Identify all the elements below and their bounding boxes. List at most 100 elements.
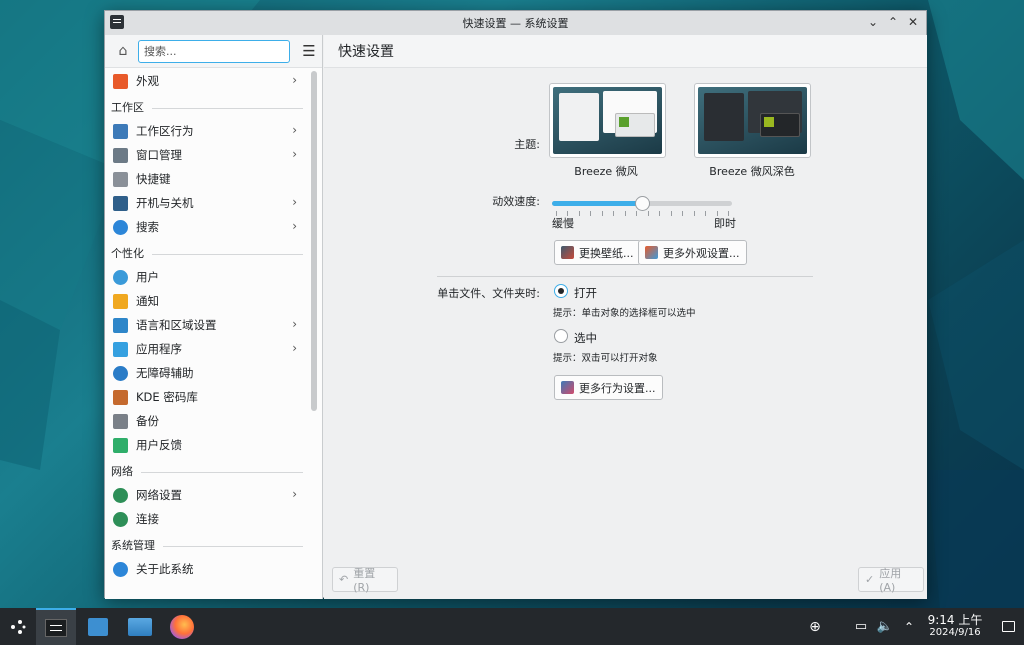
select-radio[interactable] bbox=[554, 329, 568, 343]
workspace-icon bbox=[113, 123, 128, 139]
select-option-label[interactable]: 选中 bbox=[574, 330, 597, 346]
more-appearance-button[interactable]: 更多外观设置... bbox=[638, 240, 747, 265]
sidebar-item-label: 应用程序 bbox=[136, 342, 182, 356]
taskbar-discover[interactable] bbox=[80, 608, 116, 645]
wallet-icon bbox=[113, 389, 128, 405]
sidebar-item[interactable]: 外观 › bbox=[105, 69, 309, 93]
slider-tick bbox=[601, 211, 603, 216]
sidebar-item[interactable]: KDE 密码库 bbox=[105, 385, 309, 409]
search-icon bbox=[113, 219, 128, 235]
reset-button[interactable]: ↶ 重置(R) bbox=[332, 567, 398, 594]
section-divider bbox=[437, 276, 813, 277]
sidebar-item[interactable]: 用户反馈 bbox=[105, 433, 309, 457]
language-icon bbox=[113, 317, 128, 333]
accessibility-icon bbox=[113, 365, 128, 381]
slow-label: 缓慢 bbox=[552, 217, 574, 230]
theme-breeze-label: Breeze 微风 bbox=[574, 165, 638, 178]
clock-date: 2024/9/16 bbox=[929, 627, 981, 638]
chevron-right-icon: › bbox=[292, 341, 297, 355]
close-icon[interactable]: ✕ bbox=[906, 15, 920, 29]
sidebar-item-label: 关于此系统 bbox=[136, 562, 194, 576]
sidebar-item[interactable]: 搜索 › bbox=[105, 215, 309, 239]
tray-expand-icon[interactable]: ⌃ bbox=[898, 608, 920, 645]
sidebar-item[interactable]: 应用程序 › bbox=[105, 337, 309, 361]
sidebar-item[interactable]: 连接 bbox=[105, 507, 309, 531]
maximize-icon[interactable]: ⌃ bbox=[886, 15, 900, 29]
network-icon[interactable]: ▭ bbox=[850, 608, 872, 645]
home-icon[interactable]: ⌂ bbox=[113, 41, 133, 61]
sidebar-item-label: 通知 bbox=[136, 294, 159, 308]
updates-icon[interactable]: ⊕ bbox=[804, 608, 826, 645]
main-panel: 快速设置 主题: Breeze 微风 Breeze 微风深色 动效速度: 缓慢 … bbox=[324, 35, 927, 599]
sidebar-item-label: 无障碍辅助 bbox=[136, 366, 194, 380]
application-launcher-icon[interactable] bbox=[4, 608, 32, 645]
chevron-right-icon: › bbox=[292, 195, 297, 209]
sidebar-item[interactable]: 备份 bbox=[105, 409, 309, 433]
slider-tick bbox=[647, 211, 649, 216]
info-icon bbox=[113, 561, 128, 577]
chevron-right-icon: › bbox=[292, 147, 297, 161]
slider-tick bbox=[659, 211, 661, 216]
sidebar-item-label: 外观 bbox=[136, 74, 159, 88]
system-settings-icon bbox=[45, 618, 67, 637]
slider-tick bbox=[578, 211, 580, 216]
sidebar-list: 外观 › 工作区 工作区行为 › 窗口管理 › 快捷键 开机与关机 › 搜索 › 个性化 用户 通知 语言和区… bbox=[105, 69, 309, 599]
page-title: 快速设置 bbox=[324, 35, 927, 68]
theme-breeze-card[interactable] bbox=[549, 83, 666, 158]
taskbar-firefox[interactable] bbox=[164, 608, 200, 645]
chevron-right-icon: › bbox=[292, 73, 297, 87]
sidebar-item-label: 用户反馈 bbox=[136, 438, 182, 452]
apps-icon bbox=[113, 341, 128, 357]
undo-icon: ↶ bbox=[339, 573, 349, 586]
slider-tick bbox=[670, 211, 672, 216]
clock[interactable]: 9:14 上午 2024/9/16 bbox=[922, 608, 988, 645]
sidebar-item-label: KDE 密码库 bbox=[136, 390, 198, 404]
sidebar-item[interactable]: 用户 bbox=[105, 265, 309, 289]
sidebar-item-label: 备份 bbox=[136, 414, 159, 428]
minimize-icon[interactable]: ⌄ bbox=[866, 15, 880, 29]
show-desktop-icon[interactable] bbox=[996, 608, 1020, 645]
sidebar: ⌂ ☰ 外观 › 工作区工作区行为 › 窗口管理 › 快捷键开机与关机 › 搜索 › 个性化用户通知… bbox=[105, 35, 323, 599]
open-radio[interactable] bbox=[554, 284, 568, 298]
wallpaper-icon bbox=[561, 246, 574, 259]
slider-tick bbox=[590, 211, 592, 216]
taskbar-system-settings[interactable] bbox=[36, 608, 76, 645]
taskbar-dolphin[interactable] bbox=[122, 608, 158, 645]
settings-window: 快速设置 — 系统设置 ⌄ ⌃ ✕ ⌂ ☰ 外观 › 工作区工作区行为 › 窗口管理 › 快… bbox=[104, 10, 927, 599]
firefox-icon bbox=[170, 614, 194, 639]
sidebar-item[interactable]: 语言和区域设置 › bbox=[105, 313, 309, 337]
scrollbar-thumb[interactable] bbox=[311, 71, 317, 411]
volume-icon[interactable]: 🔈 bbox=[874, 608, 896, 645]
theme-breeze-dark-card[interactable] bbox=[694, 83, 811, 158]
globe-icon bbox=[113, 487, 128, 503]
window-title: 快速设置 — 系统设置 bbox=[462, 17, 569, 30]
sidebar-item[interactable]: 窗口管理 › bbox=[105, 143, 309, 167]
globe-icon bbox=[113, 511, 128, 527]
chevron-right-icon: › bbox=[292, 123, 297, 137]
appearance-icon bbox=[645, 246, 658, 259]
sidebar-item[interactable]: 网络设置 › bbox=[105, 483, 309, 507]
open-option-label[interactable]: 打开 bbox=[574, 285, 597, 301]
sidebar-item[interactable]: 无障碍辅助 bbox=[105, 361, 309, 385]
sidebar-item[interactable]: 通知 bbox=[105, 289, 309, 313]
more-behavior-button[interactable]: 更多行为设置... bbox=[554, 375, 663, 400]
sidebar-item[interactable]: 快捷键 bbox=[105, 167, 309, 191]
sidebar-item[interactable]: 关于此系统 bbox=[105, 557, 309, 581]
animation-speed-slider[interactable] bbox=[552, 195, 732, 225]
sidebar-item-label: 搜索 bbox=[136, 220, 159, 234]
change-wallpaper-button[interactable]: 更换壁纸... bbox=[554, 240, 641, 265]
keyboard-icon bbox=[113, 171, 128, 187]
apply-button[interactable]: ✓ 应用(A) bbox=[858, 567, 924, 594]
chevron-right-icon: › bbox=[292, 219, 297, 233]
slider-handle[interactable] bbox=[635, 196, 650, 211]
chevron-right-icon: › bbox=[292, 317, 297, 331]
sidebar-scrollbar[interactable] bbox=[310, 71, 318, 595]
window-titlebar[interactable]: 快速设置 — 系统设置 ⌄ ⌃ ✕ bbox=[105, 11, 926, 35]
sidebar-item[interactable]: 工作区行为 › bbox=[105, 119, 309, 143]
hamburger-menu-icon[interactable]: ☰ bbox=[299, 41, 319, 61]
folder-icon bbox=[128, 617, 152, 636]
search-input[interactable] bbox=[138, 39, 290, 63]
window-icon bbox=[113, 147, 128, 163]
sidebar-item-label: 工作区行为 bbox=[136, 124, 194, 138]
sidebar-item[interactable]: 开机与关机 › bbox=[105, 191, 309, 215]
